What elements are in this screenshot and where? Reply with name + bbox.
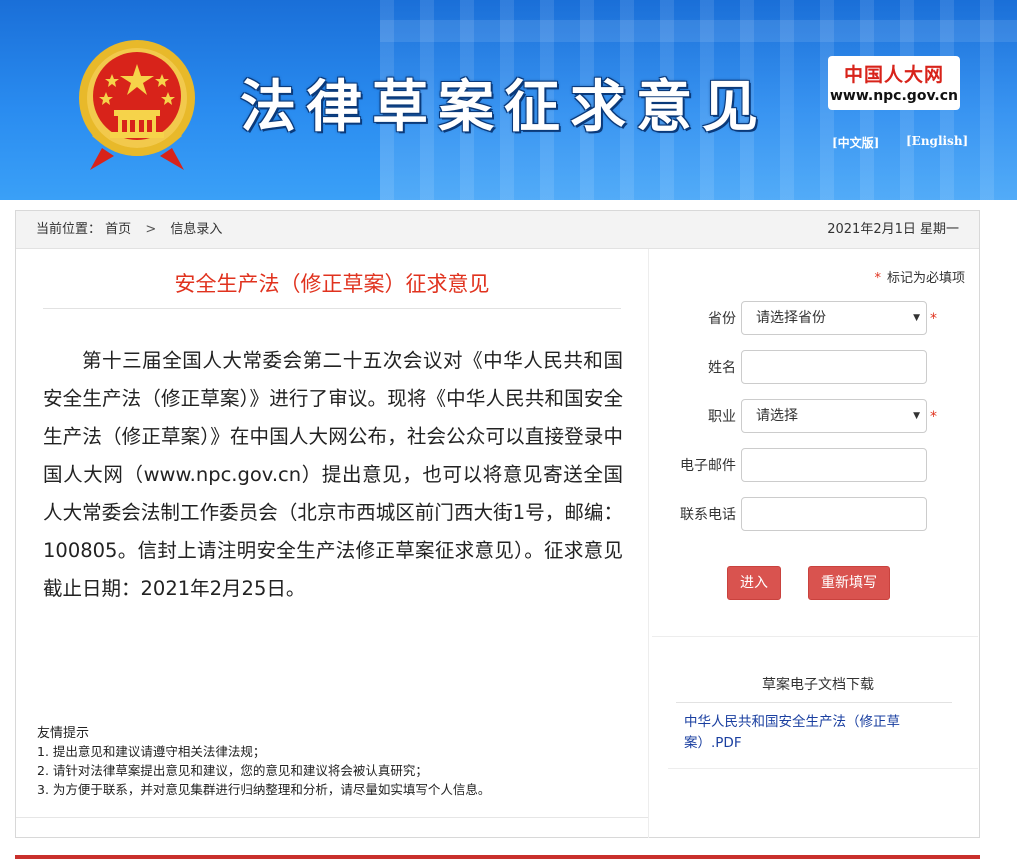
province-select-value: 请选择省份: [756, 310, 826, 326]
job-required-star: *: [930, 409, 937, 425]
form-bottom-rule: [652, 636, 978, 637]
submit-button[interactable]: 进入: [727, 566, 781, 600]
phone-input[interactable]: [741, 497, 927, 531]
job-label: 职业: [708, 409, 736, 425]
required-note-text: 标记为必填项: [886, 271, 965, 286]
english-version-link[interactable]: [English]: [906, 134, 968, 148]
chinese-version-link[interactable]: [中文版]: [832, 134, 879, 151]
job-select-value: 请选择: [756, 408, 798, 424]
dropdown-caret-icon: ▼: [913, 313, 920, 323]
province-select[interactable]: 请选择省份 ▼: [741, 301, 927, 335]
province-label: 省份: [708, 311, 736, 327]
title-divider: [43, 308, 621, 309]
email-label: 电子邮件: [680, 458, 736, 474]
site-header: 法律草案征求意见 中国人大网 www.npc.gov.cn [中文版] [Eng…: [0, 0, 1017, 200]
email-input[interactable]: [741, 448, 927, 482]
download-section-title: 草案电子文档下载: [762, 677, 874, 693]
npc-site-name: 中国人大网: [843, 64, 944, 86]
province-required-star: *: [930, 311, 937, 327]
current-date: 2021年2月1日 星期一: [827, 222, 959, 237]
national-emblem-logo: [79, 40, 195, 170]
phone-label: 联系电话: [680, 507, 736, 523]
tips-item: 2. 请针对法律草案提出意见和建议，您的意见和建议将会被认真研究；: [37, 763, 428, 778]
required-field-note: * 标记为必填项: [874, 267, 965, 286]
dropdown-caret-icon: ▼: [913, 411, 920, 421]
reset-button[interactable]: 重新填写: [808, 566, 890, 600]
tips-item: 3. 为方便于联系，并对意见集群进行归纳整理和分析，请尽量如实填写个人信息。: [37, 782, 491, 797]
draft-title: 安全生产法（修正草案）征求意见: [174, 272, 490, 296]
npc-site-logo[interactable]: 中国人大网 www.npc.gov.cn: [828, 56, 960, 110]
page-banner-title: 法律草案征求意见: [240, 74, 768, 140]
draft-pdf-download-link[interactable]: 中华人民共和国安全生产法（修正草案）.PDF: [684, 712, 928, 754]
download-bottom-rule: [668, 768, 978, 769]
footer-accent-line: [15, 855, 980, 859]
required-star: *: [874, 271, 881, 286]
tips-title: 友情提示: [37, 726, 90, 741]
tips-list: 1. 提出意见和建议请遵守相关法律法规； 2. 请针对法律草案提出意见和建议，您…: [37, 742, 490, 799]
job-select[interactable]: 请选择 ▼: [741, 399, 927, 433]
draft-description: 第十三届全国人大常委会第二十五次会议对《中华人民共和国安全生产法（修正草案）》进…: [43, 349, 623, 600]
left-column: 安全生产法（修正草案）征求意见 第十三届全国人大常委会第二十五次会议对《中华人民…: [15, 210, 655, 838]
npc-site-url: www.npc.gov.cn: [829, 88, 959, 104]
name-input[interactable]: [741, 350, 927, 384]
name-label: 姓名: [708, 360, 736, 376]
tips-item: 1. 提出意见和建议请遵守相关法律法规；: [37, 744, 266, 759]
download-title-divider: [676, 702, 952, 703]
